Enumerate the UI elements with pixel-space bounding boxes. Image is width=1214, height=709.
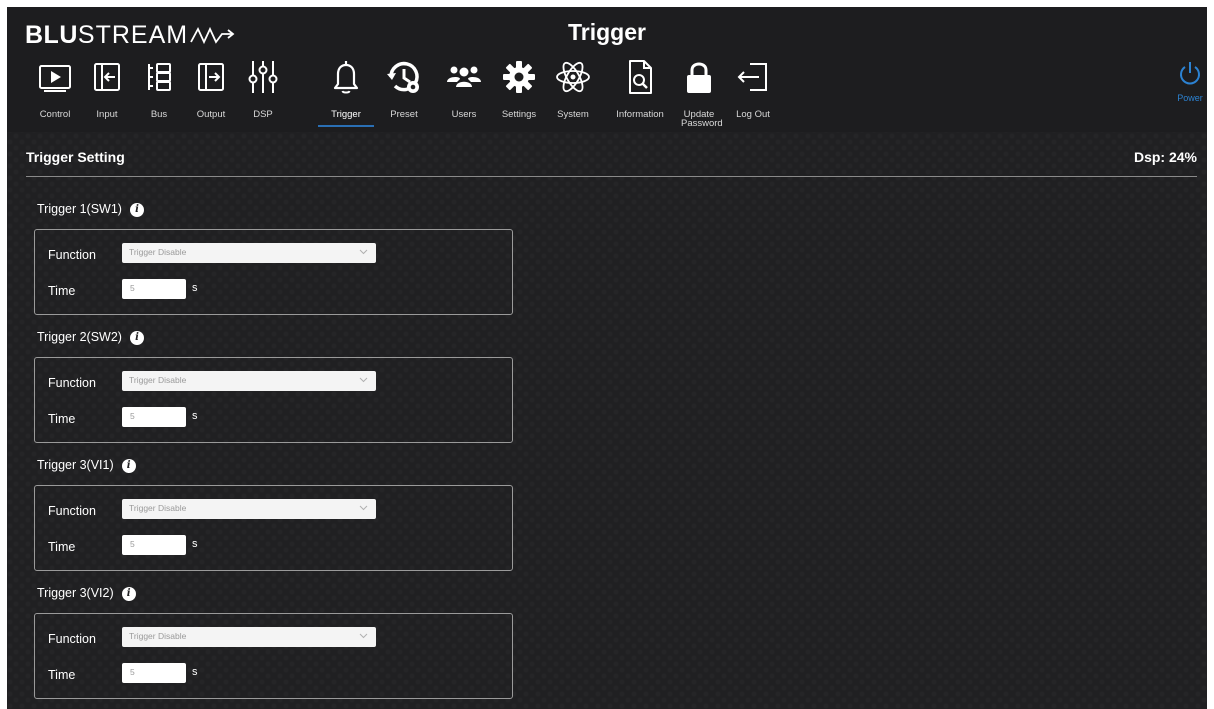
atom-icon <box>553 57 593 97</box>
trigger-panel: Function Trigger Disable Time 5 s <box>34 229 513 315</box>
logo-text-bold: BLU <box>25 21 78 49</box>
blustream-logo: BLUSTREAM <box>25 21 236 50</box>
trigger-panel: Function Trigger Disable Time 5 s <box>34 613 513 699</box>
time-label: Time <box>48 540 76 554</box>
time-value: 5 <box>130 283 135 293</box>
lock-icon <box>679 57 719 97</box>
trigger-name: Trigger 3(VI1) <box>37 458 114 472</box>
info-icon[interactable]: i <box>129 203 144 217</box>
time-unit: s <box>192 538 198 550</box>
time-input[interactable]: 5 <box>122 407 186 427</box>
trigger-title: Trigger 1(SW1) i <box>37 202 144 217</box>
info-icon[interactable]: i <box>129 331 144 345</box>
function-value: Trigger Disable <box>129 631 187 641</box>
nav-item-dsp[interactable]: DSP <box>233 51 293 127</box>
time-unit: s <box>192 282 198 294</box>
power-icon <box>1180 62 1200 85</box>
function-select[interactable]: Trigger Disable <box>122 371 376 391</box>
bell-icon <box>326 57 366 97</box>
input-icon <box>87 57 127 97</box>
function-label: Function <box>48 248 96 262</box>
bus-icon <box>139 57 179 97</box>
function-value: Trigger Disable <box>129 247 187 257</box>
trigger-title: Trigger 3(VI2) i <box>37 586 136 601</box>
control-icon <box>35 57 75 97</box>
function-label: Function <box>48 504 96 518</box>
nav-label: Log Out <box>736 109 770 120</box>
nav-item-log-out[interactable]: Log Out <box>723 51 783 127</box>
time-unit: s <box>192 410 198 422</box>
chevron-down-icon <box>359 505 368 511</box>
function-label: Function <box>48 632 96 646</box>
trigger-name: Trigger 2(SW2) <box>37 330 122 344</box>
function-select[interactable]: Trigger Disable <box>122 627 376 647</box>
info-icon[interactable]: i <box>121 459 136 473</box>
time-label: Time <box>48 668 76 682</box>
document-search-icon <box>620 57 660 97</box>
nav-item-system[interactable]: System <box>543 51 603 127</box>
header: BLUSTREAM Trigger Control Input Bus Outp… <box>7 7 1207 132</box>
chevron-down-icon <box>359 633 368 639</box>
trigger-panel: Function Trigger Disable Time 5 s <box>34 357 513 443</box>
app-frame: BLUSTREAM Trigger Control Input Bus Outp… <box>7 7 1207 709</box>
divider <box>26 176 1197 177</box>
logo-wave-arrow-icon <box>190 27 235 45</box>
trigger-title: Trigger 3(VI1) i <box>37 458 136 473</box>
nav-label: DSP <box>253 109 273 120</box>
time-value: 5 <box>130 539 135 549</box>
gear-icon <box>499 57 539 97</box>
time-input[interactable]: 5 <box>122 535 186 555</box>
info-icon[interactable]: i <box>121 587 136 601</box>
trigger-name: Trigger 1(SW1) <box>37 202 122 216</box>
preset-icon <box>384 57 424 97</box>
time-input[interactable]: 5 <box>122 279 186 299</box>
time-label: Time <box>48 412 76 426</box>
trigger-panel: Function Trigger Disable Time 5 s <box>34 485 513 571</box>
function-value: Trigger Disable <box>129 375 187 385</box>
dsp-icon <box>243 57 283 97</box>
trigger-title: Trigger 2(SW2) i <box>37 330 144 345</box>
power-button[interactable]: Power <box>1173 61 1207 121</box>
time-input[interactable]: 5 <box>122 663 186 683</box>
time-unit: s <box>192 666 198 678</box>
time-value: 5 <box>130 411 135 421</box>
dsp-usage: Dsp: 24% <box>1133 149 1197 165</box>
function-value: Trigger Disable <box>129 503 187 513</box>
time-value: 5 <box>130 667 135 677</box>
function-select[interactable]: Trigger Disable <box>122 499 376 519</box>
power-label: Power <box>1177 93 1203 103</box>
section-title: Trigger Setting <box>26 149 125 165</box>
trigger-name: Trigger 3(VI2) <box>37 586 114 600</box>
logout-icon <box>733 57 773 97</box>
chevron-down-icon <box>359 377 368 383</box>
users-icon <box>444 57 484 97</box>
function-select[interactable]: Trigger Disable <box>122 243 376 263</box>
chevron-down-icon <box>359 249 368 255</box>
output-icon <box>191 57 231 97</box>
logo-text-light: STREAM <box>77 21 189 49</box>
function-label: Function <box>48 376 96 390</box>
time-label: Time <box>48 284 76 298</box>
